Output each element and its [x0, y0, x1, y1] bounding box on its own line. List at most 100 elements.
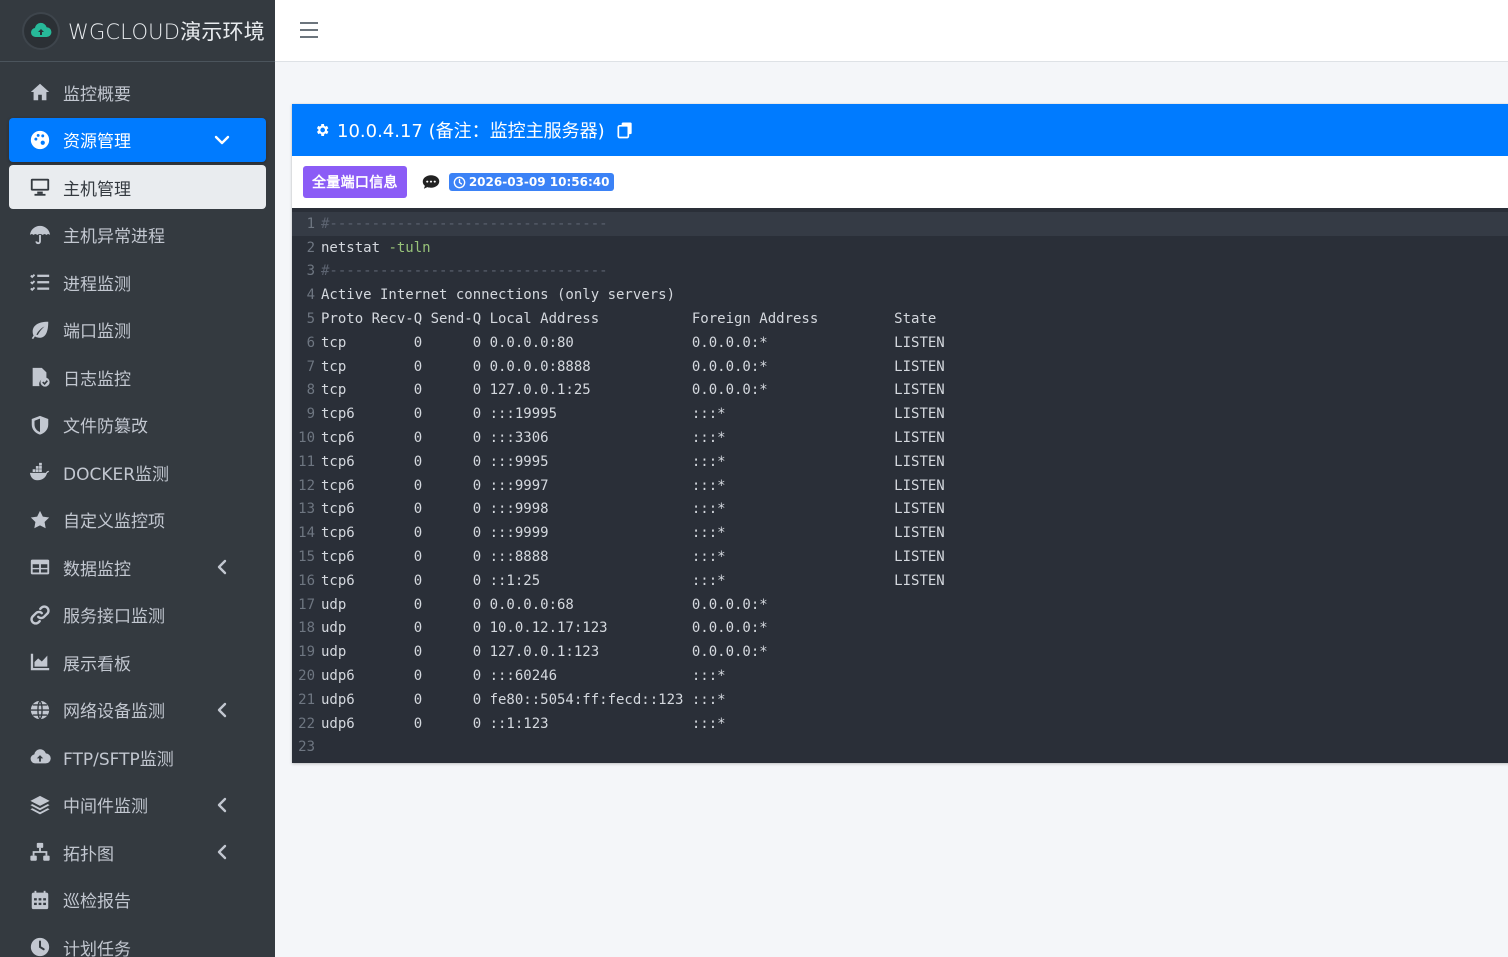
terminal-line: 16 tcp6 0 0 ::1:25 :::* LISTEN — [292, 569, 1508, 593]
sidebar-item-13[interactable]: 网络设备监测 — [9, 688, 266, 732]
sidebar-item-17[interactable]: 巡检报告 — [9, 878, 266, 922]
clock-icon — [28, 935, 52, 957]
line-number: 8 — [306, 382, 315, 399]
sidebar-item-16[interactable]: 拓扑图 — [9, 830, 266, 874]
clock-icon — [453, 176, 466, 188]
sidebar-item-4[interactable]: 进程监测 — [9, 260, 266, 304]
sidebar-item-label: 进程监测 — [63, 274, 131, 295]
sidebar-item-label: 展示看板 — [63, 654, 131, 675]
brand-title: WGCLOUD演示环境 — [68, 19, 265, 44]
sidebar-item-8[interactable]: DOCKER监测 — [9, 450, 266, 494]
calendar-icon — [28, 888, 52, 912]
sidebar: WGCLOUD演示环境 监控概要资源管理 主机管理主机异常进程 进程监测端口监测 日志… — [0, 0, 275, 957]
sidebar-nav: 监控概要资源管理 主机管理主机异常进程 进程监测端口监测 日志监控文件防篡改 DOCKE… — [0, 62, 275, 957]
all-ports-button[interactable]: 全量端口信息 — [303, 166, 407, 198]
sidebar-item-0[interactable]: 监控概要 — [9, 70, 266, 114]
sidebar-item-10[interactable]: 数据监控 — [9, 545, 266, 589]
sidebar-item-label: 主机异常进程 — [63, 227, 165, 247]
cloud-upload-icon — [28, 745, 52, 769]
line-number: 6 — [306, 334, 315, 351]
sidebar-item-label: 计划任务 — [63, 939, 131, 957]
chevron-left-icon[interactable] — [212, 700, 232, 720]
brand[interactable]: WGCLOUD演示环境 — [0, 0, 275, 62]
sidebar-item-label: 服务接口监测 — [63, 607, 165, 627]
terminal-line: 19 udp 0 0 127.0.0.1:123 0.0.0.0:* — [292, 640, 1508, 664]
link-icon — [28, 603, 52, 627]
line-number: 1 — [306, 215, 315, 232]
sidebar-item-label: DOCKER监测 — [63, 464, 170, 485]
copy-icon[interactable] — [615, 120, 635, 140]
chevron-left-icon[interactable] — [212, 842, 232, 862]
sidebar-item-label: 监控概要 — [63, 84, 131, 105]
line-number: 18 — [298, 620, 315, 637]
line-text: netstat -tuln — [321, 239, 431, 256]
line-number: 7 — [306, 358, 315, 375]
top-navbar — [275, 0, 1508, 62]
sidebar-item-label: 文件防篡改 — [63, 417, 148, 437]
line-text: tcp6 0 0 :::19995 :::* LISTEN — [321, 406, 945, 423]
line-text: udp 0 0 127.0.0.1:123 0.0.0.0:* — [321, 644, 768, 661]
home-icon — [28, 80, 52, 104]
line-text: udp6 0 0 ::1:123 :::* — [321, 715, 726, 732]
sidebar-item-1[interactable]: 资源管理 — [9, 117, 266, 162]
line-number: 21 — [298, 691, 315, 708]
terminal-line: 17 udp 0 0 0.0.0.0:68 0.0.0.0:* — [292, 593, 1508, 617]
timestamp-text: 2026-03-09 10:56:40 — [468, 175, 610, 189]
timestamp-badge: 2026-03-09 10:56:40 — [448, 173, 615, 191]
line-number: 4 — [306, 287, 315, 304]
line-text: tcp 0 0 0.0.0.0:80 0.0.0.0:* LISTEN — [321, 334, 945, 351]
line-number: 12 — [298, 477, 315, 494]
sidebar-item-label: 自定义监控项 — [63, 512, 165, 532]
hamburger-icon[interactable] — [300, 22, 318, 38]
host-port-card: 10.0.4.17 (备注：监控主服务器) 全量端口信息 2026-03-09 … — [292, 104, 1508, 764]
line-text: #--------------------------------- — [321, 263, 608, 280]
sidebar-item-11[interactable]: 服务接口监测 — [9, 593, 266, 637]
sidebar-item-9[interactable]: 自定义监控项 — [9, 498, 266, 542]
gear-icon — [314, 122, 330, 138]
terminal-line: 12 tcp6 0 0 :::9997 :::* LISTEN — [292, 474, 1508, 498]
chevron-down-icon[interactable] — [212, 130, 232, 150]
line-text: tcp6 0 0 :::9998 :::* LISTEN — [321, 501, 945, 518]
umbrella-icon — [28, 223, 52, 247]
desktop-icon — [28, 175, 52, 199]
line-text: Active Internet connections (only server… — [321, 287, 676, 304]
line-text: tcp6 0 0 :::9999 :::* LISTEN — [321, 525, 945, 542]
line-number: 9 — [306, 406, 315, 423]
card-header: 10.0.4.17 (备注：监控主服务器) — [292, 104, 1508, 156]
line-text: tcp6 0 0 ::1:25 :::* LISTEN — [321, 572, 945, 589]
line-number: 5 — [306, 311, 315, 328]
comment-icon[interactable] — [422, 174, 440, 190]
line-number: 23 — [298, 739, 315, 756]
chevron-left-icon[interactable] — [212, 557, 232, 577]
line-number: 2 — [306, 239, 315, 256]
line-text: tcp 0 0 127.0.0.1:25 0.0.0.0:* LISTEN — [321, 382, 945, 399]
line-text: tcp6 0 0 :::8888 :::* LISTEN — [321, 549, 945, 566]
line-number: 10 — [298, 430, 315, 447]
sidebar-item-7[interactable]: 文件防篡改 — [9, 403, 266, 447]
line-number: 15 — [298, 549, 315, 566]
sidebar-item-5[interactable]: 端口监测 — [9, 308, 266, 352]
line-number: 22 — [298, 715, 315, 732]
terminal-line: 22 udp6 0 0 ::1:123 :::* — [292, 712, 1508, 736]
terminal-line: 13 tcp6 0 0 :::9998 :::* LISTEN — [292, 498, 1508, 522]
card-toolbar: 全量端口信息 2026-03-09 10:56:40 — [292, 156, 1508, 208]
line-number: 3 — [306, 263, 315, 280]
sidebar-item-15[interactable]: 中间件监测 — [9, 783, 266, 827]
line-number: 14 — [298, 525, 315, 542]
tasks-icon — [28, 270, 52, 294]
sidebar-item-12[interactable]: 展示看板 — [9, 640, 266, 684]
line-text: udp 0 0 0.0.0.0:68 0.0.0.0:* — [321, 596, 768, 613]
line-number: 20 — [298, 668, 315, 685]
sidebar-item-2[interactable]: 主机管理 — [9, 165, 266, 209]
sidebar-item-6[interactable]: 日志监控 — [9, 355, 266, 399]
line-text: udp 0 0 10.0.12.17:123 0.0.0.0:* — [321, 620, 768, 637]
sidebar-item-18[interactable]: 计划任务 — [9, 925, 266, 957]
line-text: #--------------------------------- — [321, 215, 608, 232]
terminal-line: 10 tcp6 0 0 :::3306 :::* LISTEN — [292, 426, 1508, 450]
sidebar-item-3[interactable]: 主机异常进程 — [9, 213, 266, 257]
sidebar-item-14[interactable]: FTP/SFTP监测 — [9, 735, 266, 779]
shield-icon — [28, 413, 52, 437]
terminal-line: 11 tcp6 0 0 :::9995 :::* LISTEN — [292, 450, 1508, 474]
line-text: tcp6 0 0 :::3306 :::* LISTEN — [321, 430, 945, 447]
chevron-left-icon[interactable] — [212, 795, 232, 815]
